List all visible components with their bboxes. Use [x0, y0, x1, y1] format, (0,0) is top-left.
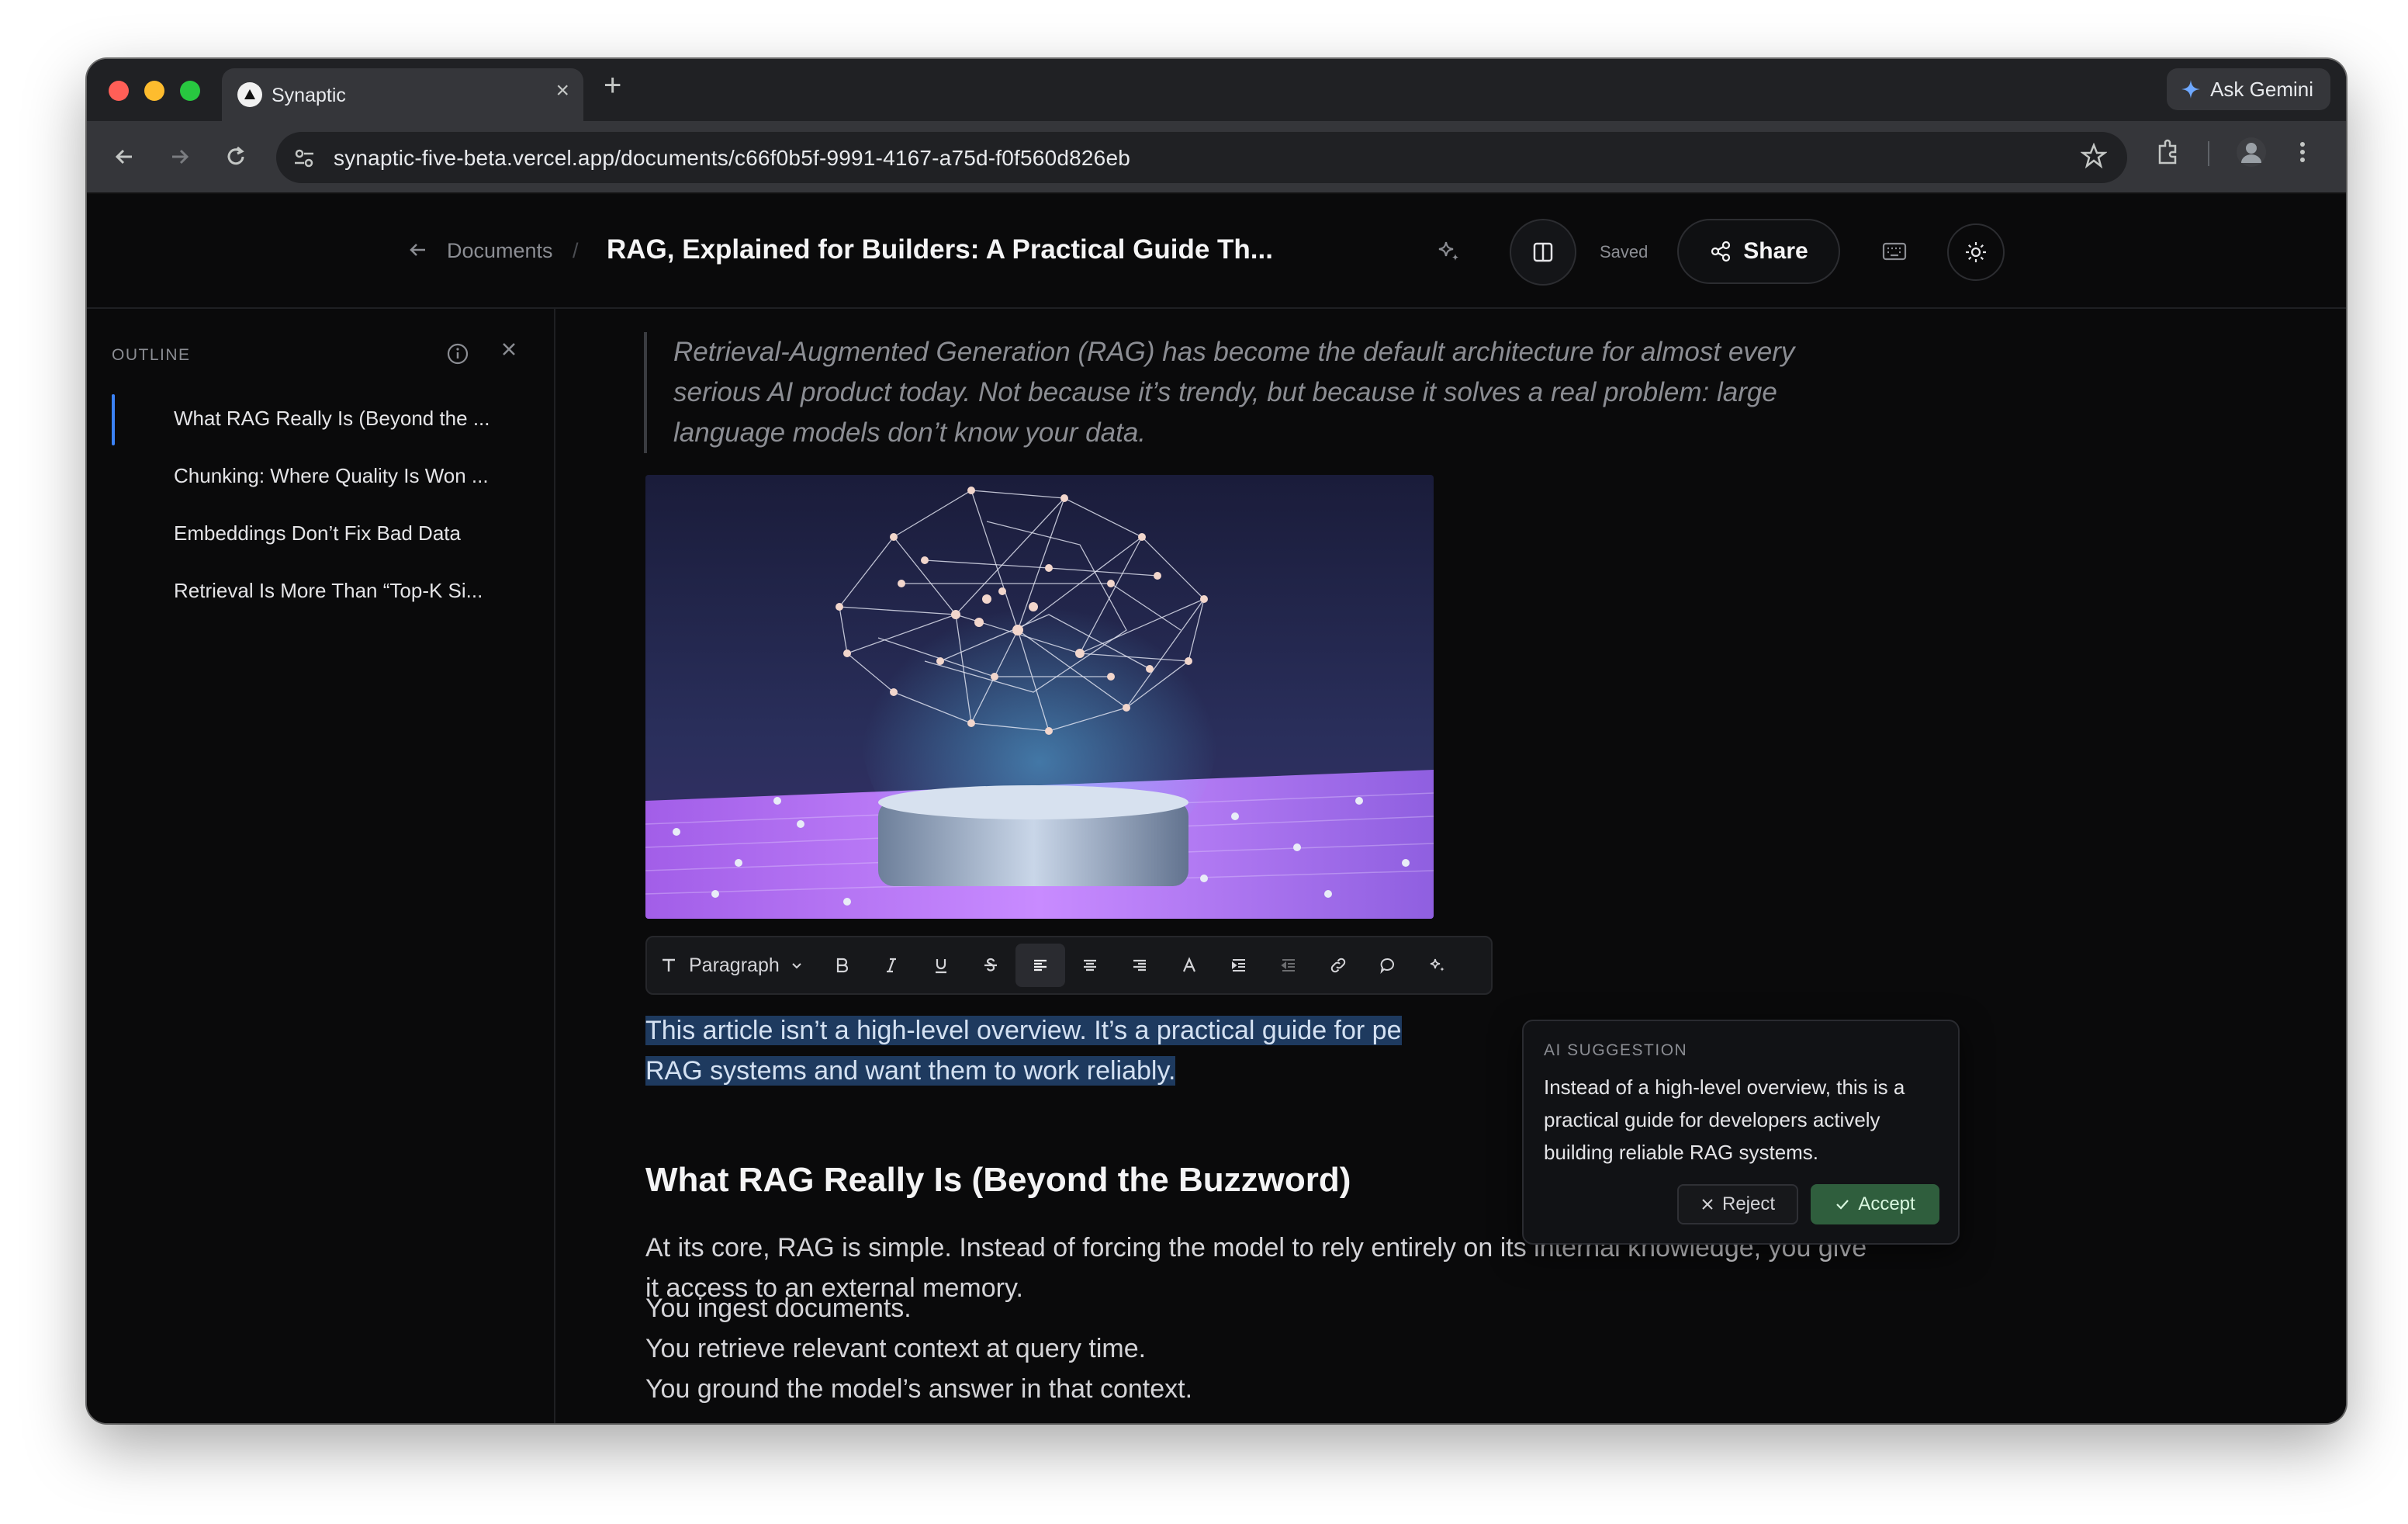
outline-active-indicator	[112, 394, 115, 445]
back-arrow-icon[interactable]	[112, 144, 137, 173]
ai-suggestion-label: AI SUGGESTION	[1544, 1041, 1688, 1059]
body-line-1[interactable]: You ingest documents.	[645, 1288, 1887, 1328]
align-left-button[interactable]	[1015, 944, 1065, 987]
minimize-window-button[interactable]	[144, 81, 164, 101]
tab-title: Synaptic	[272, 85, 346, 106]
selected-text-line-1: This article isn’t a high-level overview…	[645, 1016, 1402, 1045]
back-arrow-icon[interactable]	[407, 239, 428, 266]
gemini-sparkle-icon	[2181, 80, 2201, 99]
reload-icon[interactable]	[223, 144, 248, 173]
selected-text-line-2: RAG systems and want them to work reliab…	[645, 1056, 1176, 1086]
toolbar-divider	[2208, 141, 2209, 166]
ai-suggestion-popover: AI SUGGESTION Instead of a high-level ov…	[1522, 1020, 1960, 1245]
browser-toolbar: synaptic-five-beta.vercel.app/documents/…	[87, 121, 2346, 194]
ai-assist-button[interactable]	[1413, 944, 1462, 987]
app-header: Documents / RAG, Explained for Builders:…	[87, 194, 2346, 309]
link-button[interactable]	[1313, 944, 1363, 987]
theme-toggle-button[interactable]	[1947, 223, 2005, 281]
sidebar-panel-icon	[1533, 242, 1553, 262]
formatting-toolbar: Paragraph	[645, 936, 1493, 995]
extensions-icon[interactable]	[2154, 138, 2181, 170]
body-line-3[interactable]: You ground the model’s answer in that co…	[645, 1369, 1887, 1409]
ask-gemini-label: Ask Gemini	[2210, 77, 2313, 101]
site-settings-icon[interactable]	[292, 146, 317, 171]
close-window-button[interactable]	[109, 81, 129, 101]
profile-avatar[interactable]	[2236, 137, 2267, 171]
align-center-button[interactable]	[1065, 944, 1115, 987]
chevron-down-icon	[792, 963, 801, 969]
comment-button[interactable]	[1363, 944, 1413, 987]
synaptic-favicon-icon	[237, 82, 262, 107]
close-icon	[1702, 1199, 1713, 1210]
tab-close-icon[interactable]: ×	[555, 79, 569, 102]
outline-sidebar: OUTLINE What RAG Really Is (Beyond the .…	[87, 309, 555, 1423]
align-right-button[interactable]	[1115, 944, 1164, 987]
outline-heading: OUTLINE	[112, 346, 191, 364]
outline-item[interactable]: Chunking: Where Quality Is Won ...	[174, 464, 489, 488]
sun-icon	[1966, 242, 1986, 262]
outline-item[interactable]: Retrieval Is More Than “Top-K Si...	[174, 579, 483, 603]
body-line-2[interactable]: You retrieve relevant context at query t…	[645, 1328, 1887, 1369]
document-title[interactable]: RAG, Explained for Builders: A Practical…	[607, 234, 1273, 265]
address-bar[interactable]: synaptic-five-beta.vercel.app/documents/…	[276, 132, 2127, 183]
document-editor[interactable]: Retrieval-Augmented Generation (RAG) has…	[557, 309, 2346, 1423]
section-heading[interactable]: What RAG Really Is (Beyond the Buzzword)	[645, 1161, 1351, 1200]
info-icon[interactable]	[445, 341, 470, 370]
blockquote-bar	[644, 332, 647, 453]
toggle-panel-button[interactable]	[1510, 219, 1576, 286]
underline-button[interactable]	[916, 944, 966, 987]
outdent-button[interactable]	[1264, 944, 1313, 987]
outline-item[interactable]: Embeddings Don’t Fix Bad Data	[174, 521, 461, 546]
selected-paragraph[interactable]: This article isn’t a high-level overview…	[645, 1010, 1638, 1091]
share-button[interactable]: Share	[1677, 219, 1840, 284]
intro-blockquote[interactable]: Retrieval-Augmented Generation (RAG) has…	[673, 332, 1884, 453]
ai-suggestion-text: Instead of a high-level overview, this i…	[1544, 1075, 1905, 1164]
reject-label: Reject	[1721, 1193, 1776, 1214]
text-color-button[interactable]	[1164, 944, 1214, 987]
browser-tab-bar: Synaptic × + Ask Gemini	[87, 59, 2346, 121]
new-tab-button[interactable]: +	[604, 70, 621, 101]
indent-button[interactable]	[1214, 944, 1264, 987]
browser-tab[interactable]: Synaptic ×	[222, 68, 583, 121]
share-label: Share	[1743, 238, 1808, 264]
breadcrumb-documents[interactable]: Documents	[447, 239, 553, 263]
italic-button[interactable]	[867, 944, 916, 987]
bookmark-star-icon[interactable]	[2080, 142, 2108, 176]
breadcrumb-separator: /	[573, 239, 579, 262]
block-type-label: Paragraph	[689, 954, 780, 976]
save-status: Saved	[1600, 242, 1649, 262]
browser-menu-icon[interactable]	[2298, 137, 2307, 171]
keyboard-icon[interactable]	[1873, 230, 1916, 273]
brain-network-image[interactable]	[645, 475, 1434, 919]
accept-button[interactable]: Accept	[1811, 1184, 1939, 1224]
text-type-icon	[663, 958, 675, 972]
browser-window: Synaptic × + Ask Gemini synaptic-five-be…	[87, 59, 2346, 1423]
forward-arrow-icon[interactable]	[168, 144, 192, 173]
close-outline-icon[interactable]	[498, 338, 520, 366]
accept-label: Accept	[1858, 1193, 1915, 1214]
outline-item[interactable]: What RAG Really Is (Beyond the ...	[174, 407, 490, 431]
bold-button[interactable]	[817, 944, 867, 987]
ai-sparkles-icon[interactable]	[1427, 230, 1471, 273]
reject-button[interactable]: Reject	[1677, 1184, 1798, 1224]
strikethrough-button[interactable]	[966, 944, 1015, 987]
ask-gemini-button[interactable]: Ask Gemini	[2167, 68, 2330, 110]
share-icon	[1711, 241, 1731, 262]
block-type-select[interactable]: Paragraph	[656, 954, 817, 977]
maximize-window-button[interactable]	[180, 81, 200, 101]
check-icon	[1836, 1200, 1849, 1210]
url-text: synaptic-five-beta.vercel.app/documents/…	[334, 146, 1130, 170]
